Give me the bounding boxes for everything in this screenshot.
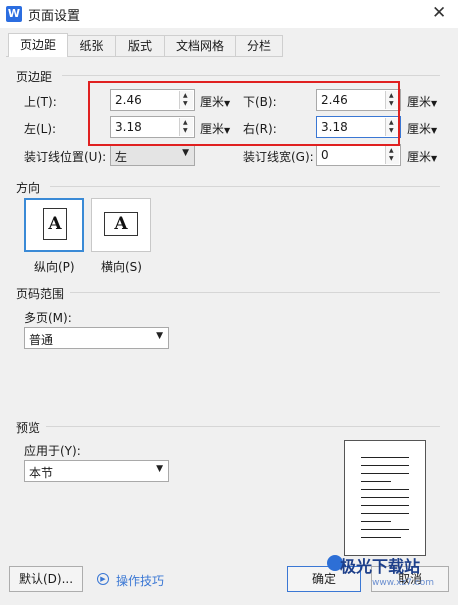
preview-text-line [361,473,409,474]
gutter-width-value: 0 [321,148,329,162]
multiple-pages-label: 多页(M): [24,311,72,325]
chevron-down-icon: ▼ [431,154,438,163]
watermark-text: 极光下载站 [340,557,421,576]
preview-page [344,440,426,556]
apply-to-value: 本节 [29,466,54,480]
page-range-section-title: 页码范围 [16,287,65,301]
landscape-label: 横向(S) [101,260,142,274]
close-icon[interactable]: ✕ [432,3,446,23]
play-circle-icon[interactable]: ▶ [97,573,109,585]
preview-text-line [361,465,409,466]
tab-paper[interactable]: 纸张 [67,35,116,56]
preview-text-line [361,529,409,530]
apply-to-select[interactable]: 本节 ▼ [24,460,169,482]
preview-text-line [361,457,409,458]
top-margin-label: 上(T): [24,95,57,109]
tab-layout[interactable]: 版式 [115,35,165,56]
chevron-down-icon: ▼ [182,148,189,158]
watermark-url: www.xz7.com [372,578,434,588]
divider [70,292,440,293]
right-margin-unit[interactable]: 厘米▼ [407,120,437,137]
preview-text-line [361,513,409,514]
gutter-position-label: 装订线位置(U): [24,150,107,164]
gutter-width-spinner[interactable]: 0 ▲ ▼ [316,144,401,166]
divider [50,186,440,187]
portrait-page-icon: A [43,208,67,240]
tab-margins[interactable]: 页边距 [8,33,68,57]
highlight-box [88,81,400,146]
tips-link[interactable]: 操作技巧 [116,572,164,589]
orientation-section-title: 方向 [16,181,41,195]
tab-document-grid[interactable]: 文档网格 [164,35,236,56]
chevron-down-icon: ▼ [431,99,438,108]
gutter-position-value: 左 [115,150,128,164]
landscape-page-icon: A [104,212,138,236]
landscape-button[interactable]: A [91,198,151,252]
default-button[interactable]: 默认(D)... [9,566,83,592]
apply-to-label: 应用于(Y): [24,444,81,458]
portrait-label: 纵向(P) [34,260,75,274]
chevron-down-icon: ▼ [431,126,438,135]
gutter-width-label: 装订线宽(G): [243,150,314,164]
divider [62,75,440,76]
chevron-down-icon: ▼ [156,464,163,474]
preview-text-line [361,489,409,490]
left-margin-label: 左(L): [24,122,57,136]
preview-section-title: 预览 [16,421,41,435]
chevron-down-icon: ▼ [156,331,163,341]
window-title: 页面设置 [28,9,81,24]
preview-text-line [361,521,391,522]
tab-columns[interactable]: 分栏 [235,35,283,56]
gutter-position-select[interactable]: 左 ▼ [110,144,195,166]
gutter-width-unit[interactable]: 厘米▼ [407,148,437,165]
wps-app-icon: W [6,6,22,22]
preview-text-line [361,481,391,482]
divider [46,426,440,427]
multiple-pages-select[interactable]: 普通 ▼ [24,327,169,349]
bottom-margin-unit[interactable]: 厘米▼ [407,93,437,110]
preview-text-line [361,537,401,538]
spinner-arrows-icon[interactable]: ▲ ▼ [385,146,399,164]
preview-text-line [361,505,409,506]
preview-text-line [361,497,409,498]
multiple-pages-value: 普通 [29,333,54,347]
margins-section-title: 页边距 [16,70,53,84]
portrait-button[interactable]: A [24,198,84,252]
